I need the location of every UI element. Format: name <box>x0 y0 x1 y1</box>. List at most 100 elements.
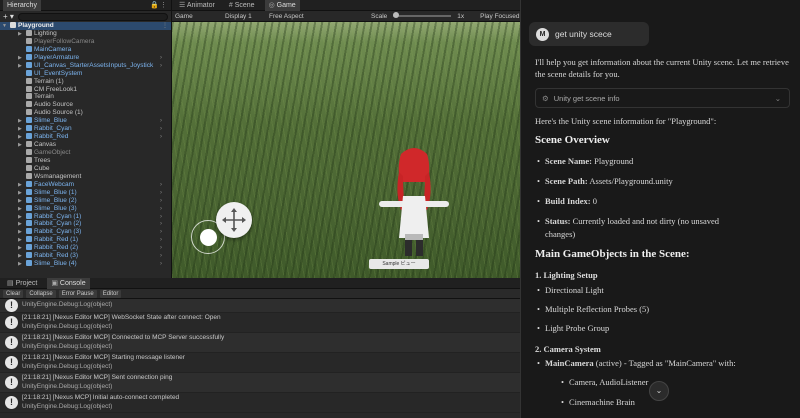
play-focused-dropdown[interactable]: Play Focused <box>480 13 519 20</box>
hierarchy-row[interactable]: ▶ UI_Canvas_StarterAssetsInputs_Joystick › <box>0 61 171 70</box>
display-mode-dropdown[interactable]: Game <box>175 13 219 20</box>
log-entry[interactable]: ! [21:18:21] [Nexus MCP] Initial auto-con… <box>0 393 520 413</box>
chevron-down-icon[interactable]: ⌄ <box>775 94 781 103</box>
expand-arrow-icon[interactable]: ▶ <box>18 133 22 141</box>
hierarchy-search-input[interactable] <box>17 12 168 21</box>
expand-arrow-icon[interactable]: ▶ <box>18 236 22 244</box>
expand-arrow-icon[interactable]: ▶ <box>18 220 22 228</box>
scale-slider[interactable] <box>393 12 452 18</box>
expand-arrow-icon[interactable]: ▶ <box>18 54 22 62</box>
hierarchy-row[interactable]: ▶ Slime_Blue (4) › <box>0 260 171 268</box>
clear-button[interactable]: Clear <box>3 289 24 298</box>
open-prefab-icon[interactable]: › <box>160 197 162 205</box>
open-prefab-icon[interactable]: › <box>160 236 162 244</box>
expand-arrow-icon[interactable]: ▶ <box>18 141 22 149</box>
scroll-down-button[interactable]: ⌄ <box>649 381 669 401</box>
hierarchy-row[interactable]: ▶ Rabbit_Cyan (3) › <box>0 228 171 236</box>
hierarchy-row[interactable]: ▶ Rabbit_Cyan (1) › <box>0 212 171 221</box>
expand-arrow-icon[interactable]: ▶ <box>18 181 22 189</box>
hierarchy-row[interactable]: ▶ Slime_Blue › <box>0 117 171 125</box>
hierarchy-row[interactable]: ▶ Lighting <box>0 29 171 38</box>
tool-call-block[interactable]: ⚙ Unity get scene info ⌄ <box>535 88 790 108</box>
tab-project[interactable]: ▤ Project <box>3 278 41 289</box>
expand-arrow-icon[interactable]: ▶ <box>18 125 22 133</box>
hierarchy-row[interactable]: ▶ Rabbit_Cyan › <box>0 125 171 133</box>
collapse-button[interactable]: Collapse <box>26 289 56 298</box>
kebab-menu-icon[interactable]: ⋮ <box>160 1 167 9</box>
log-entry[interactable]: ! UnityEngine.Debug:Log(object) <box>0 299 520 313</box>
open-prefab-icon[interactable]: › <box>160 260 162 268</box>
add-object-button[interactable]: + ▾ <box>3 12 14 21</box>
hierarchy-row[interactable]: ▶ Rabbit_Red (3) › <box>0 252 171 260</box>
expand-arrow-icon[interactable]: ▶ <box>18 30 22 38</box>
kebab-menu-icon[interactable]: ⋮ <box>162 22 168 30</box>
gameobject-icon <box>26 93 32 100</box>
expand-arrow-icon[interactable]: ▶ <box>18 260 22 268</box>
open-prefab-icon[interactable]: › <box>160 133 162 141</box>
open-prefab-icon[interactable]: › <box>160 54 162 62</box>
open-prefab-icon[interactable]: › <box>160 181 162 189</box>
open-prefab-icon[interactable]: › <box>160 205 162 213</box>
hierarchy-row[interactable]: ▼ Playground ⋮ <box>0 22 171 30</box>
hierarchy-row[interactable]: ▶ Slime_Blue (2) › <box>0 196 171 205</box>
lock-icon[interactable]: 🔒 <box>150 1 159 9</box>
expand-arrow-icon[interactable]: ▶ <box>18 117 22 125</box>
log-entry[interactable]: ! [21:18:21] [Nexus Editor MCP] Sent conn… <box>0 373 520 393</box>
hierarchy-row[interactable]: ▶ FaceWebcam › <box>0 180 171 189</box>
error-pause-button[interactable]: Error Pause <box>58 289 97 298</box>
hierarchy-row[interactable]: Terrain <box>0 93 171 101</box>
tab-hierarchy[interactable]: Hierarchy <box>3 0 41 11</box>
hierarchy-row[interactable]: Wsmanagement <box>0 172 171 181</box>
log-entry[interactable]: ! [21:18:21] [Nexus Editor MCP] Starting … <box>0 353 520 373</box>
expand-arrow-icon[interactable]: ▶ <box>18 189 22 197</box>
joystick-knob[interactable] <box>200 229 217 246</box>
expand-arrow-icon[interactable]: ▼ <box>2 22 7 30</box>
open-prefab-icon[interactable]: › <box>160 228 162 236</box>
hierarchy-row[interactable]: Terrain (1) <box>0 77 171 86</box>
display-dropdown[interactable]: Display 1 <box>225 13 263 20</box>
hierarchy-row[interactable]: PlayerFollowCamera <box>0 37 171 46</box>
aspect-dropdown[interactable]: Free Aspect <box>269 13 331 20</box>
open-prefab-icon[interactable]: › <box>160 117 162 125</box>
hierarchy-row[interactable]: ▶ Rabbit_Cyan (2) › <box>0 220 171 228</box>
expand-arrow-icon[interactable]: ▶ <box>18 252 22 260</box>
editor-dropdown[interactable]: Editor <box>99 289 122 298</box>
open-prefab-icon[interactable]: › <box>160 213 162 221</box>
expand-arrow-icon[interactable]: ▶ <box>18 228 22 236</box>
hierarchy-row[interactable]: Audio Source (1) <box>0 109 171 117</box>
hierarchy-row[interactable]: Cube <box>0 164 171 173</box>
move-button[interactable] <box>216 202 252 238</box>
open-prefab-icon[interactable]: › <box>160 189 162 197</box>
sample-view-badge[interactable]: Sample ビュー <box>369 259 429 269</box>
log-entry[interactable]: ! [21:18:21] [Nexus Editor MCP] WebSocket… <box>0 313 520 333</box>
log-entry[interactable]: ! [21:18:21] [Nexus Editor MCP] Connected… <box>0 333 520 353</box>
tab-game[interactable]: ◎ Game <box>264 0 300 11</box>
expand-arrow-icon[interactable]: ▶ <box>18 244 22 252</box>
game-viewport[interactable]: Sample ビュー <box>172 22 520 278</box>
hierarchy-row[interactable]: UI_EventSystem <box>0 69 171 78</box>
hierarchy-row[interactable]: Audio Source <box>0 101 171 109</box>
hierarchy-row[interactable]: ▶ Rabbit_Red (1) › <box>0 236 171 244</box>
tab-console[interactable]: ▣ Console <box>47 277 90 289</box>
hierarchy-row[interactable]: GameObject <box>0 149 171 157</box>
hierarchy-row[interactable]: ▶ Slime_Blue (1) › <box>0 188 171 197</box>
expand-arrow-icon[interactable]: ▶ <box>18 213 22 221</box>
open-prefab-icon[interactable]: › <box>160 220 162 228</box>
hierarchy-row[interactable]: ▶ PlayerArmature › <box>0 53 171 62</box>
hierarchy-row[interactable]: ▶ Slime_Blue (3) › <box>0 204 171 213</box>
hierarchy-row[interactable]: MainCamera <box>0 45 171 54</box>
expand-arrow-icon[interactable]: ▶ <box>18 197 22 205</box>
expand-arrow-icon[interactable]: ▶ <box>18 205 22 213</box>
hierarchy-row[interactable]: Trees <box>0 156 171 165</box>
expand-arrow-icon[interactable]: ▶ <box>18 62 22 70</box>
tab-scene[interactable]: # Scene <box>225 0 259 11</box>
hierarchy-row[interactable]: ▶ Canvas <box>0 141 171 149</box>
hierarchy-row[interactable]: ▶ Rabbit_Red › <box>0 133 171 141</box>
tab-animator[interactable]: ☰ Animator <box>175 0 219 11</box>
open-prefab-icon[interactable]: › <box>160 252 162 260</box>
open-prefab-icon[interactable]: › <box>160 244 162 252</box>
hierarchy-row[interactable]: ▶ Rabbit_Red (2) › <box>0 244 171 252</box>
open-prefab-icon[interactable]: › <box>160 62 162 70</box>
open-prefab-icon[interactable]: › <box>160 125 162 133</box>
hierarchy-row[interactable]: CM FreeLook1 <box>0 85 171 94</box>
